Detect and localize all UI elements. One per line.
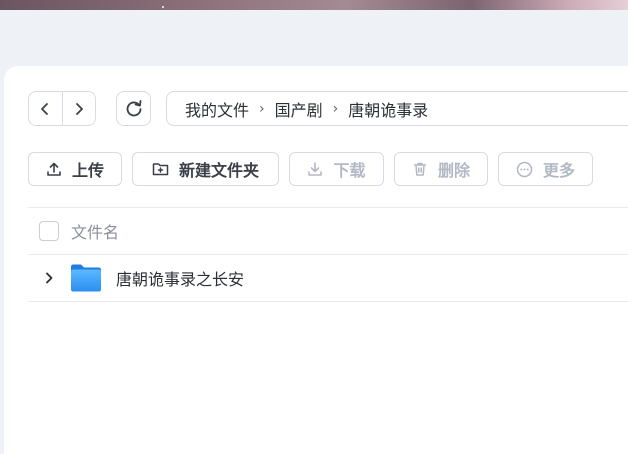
download-button[interactable]: 下载 (289, 152, 384, 186)
refresh-button[interactable] (116, 91, 151, 126)
chevron-right-icon (76, 102, 83, 115)
new-folder-button[interactable]: 新建文件夹 (132, 152, 279, 186)
breadcrumb-item-current[interactable]: 唐朝诡事录 (348, 97, 428, 121)
delete-label: 删除 (437, 161, 470, 180)
back-button[interactable] (29, 92, 62, 125)
file-name: 唐朝诡事录之长安 (116, 270, 245, 289)
refresh-icon (126, 99, 141, 116)
history-nav (28, 91, 96, 126)
more-button[interactable]: 更多 (498, 152, 593, 186)
trash-icon (412, 161, 428, 177)
delete-button[interactable]: 删除 (394, 152, 488, 186)
breadcrumb-separator: › (259, 100, 265, 117)
new-folder-label: 新建文件夹 (178, 161, 259, 180)
more-icon (516, 161, 533, 178)
table-row[interactable]: 唐朝诡事录之长安 (28, 255, 628, 301)
download-icon (307, 161, 323, 177)
breadcrumb-separator: › (332, 100, 339, 117)
folder-plus-icon (152, 161, 169, 177)
upload-icon (46, 161, 62, 177)
breadcrumb-item-root[interactable]: 我的文件 (185, 97, 249, 121)
divider (28, 301, 628, 302)
chevron-right-icon[interactable] (42, 271, 56, 285)
upload-label: 上传 (71, 161, 104, 180)
folder-icon (70, 263, 102, 293)
column-header-filename[interactable]: 文件名 (71, 219, 119, 243)
more-label: 更多 (542, 161, 575, 180)
select-all-checkbox[interactable] (39, 221, 59, 241)
background-banner (0, 0, 628, 10)
upload-button[interactable]: 上传 (28, 152, 122, 186)
breadcrumb-item-category[interactable]: 国产剧 (275, 97, 323, 121)
breadcrumb: 我的文件 › 国产剧 › 唐朝诡事录 (166, 91, 628, 126)
download-label: 下载 (333, 161, 366, 180)
table-header: 文件名 (28, 208, 628, 254)
forward-button[interactable] (61, 92, 95, 125)
chevron-left-icon (41, 102, 49, 115)
